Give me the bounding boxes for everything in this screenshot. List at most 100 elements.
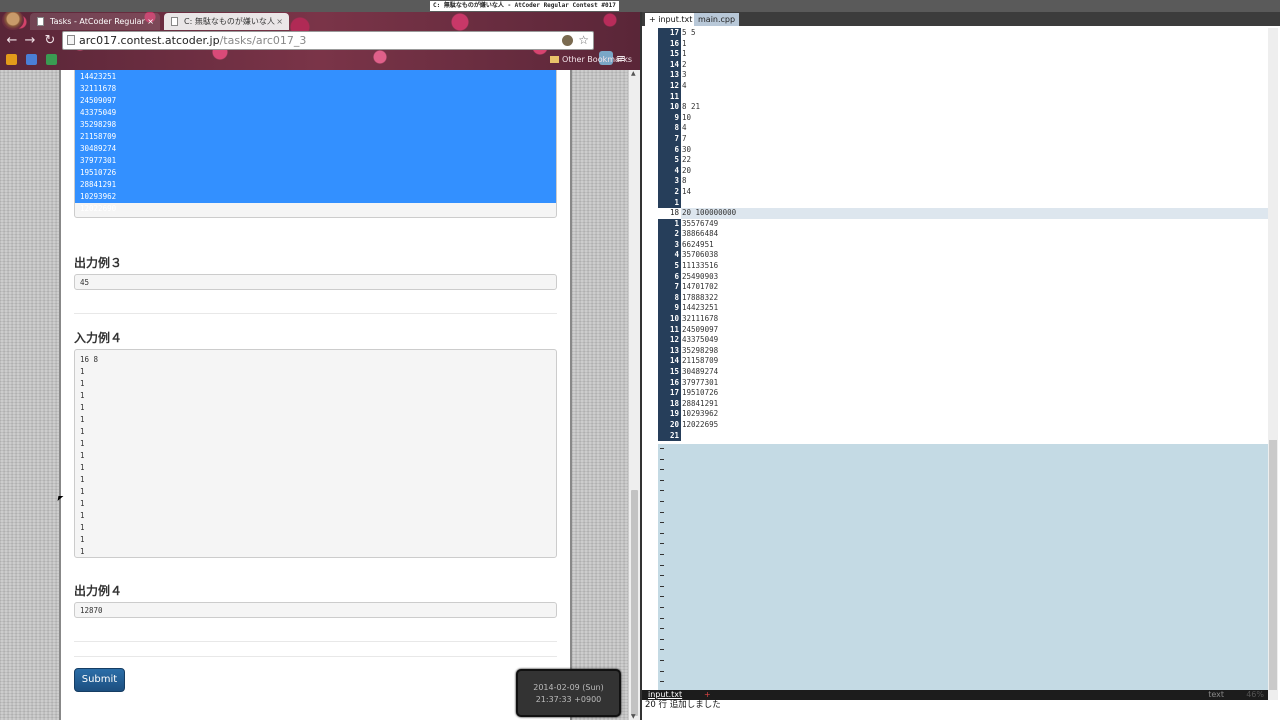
editor-line[interactable]: 17 19510726 bbox=[658, 388, 1268, 399]
command-line[interactable]: 20 行 追加しました bbox=[642, 700, 1280, 720]
editor-line[interactable]: 15 30489274 bbox=[658, 367, 1268, 378]
scroll-up-icon[interactable]: ▲ bbox=[631, 70, 636, 77]
scrollbar-thumb[interactable] bbox=[631, 490, 638, 716]
editor-line[interactable]: 84 bbox=[658, 123, 1268, 134]
editor-line[interactable]: 2 38866484 bbox=[658, 229, 1268, 240]
editor-line[interactable]: 5 22 bbox=[658, 155, 1268, 166]
editor-line[interactable]: 19 10293962 bbox=[658, 409, 1268, 420]
tab-label: C: 無駄なものが嫌いな人 bbox=[184, 17, 275, 26]
editor-current-line[interactable]: 18 20 100000000 bbox=[658, 208, 1268, 219]
submit-button[interactable]: Submit bbox=[74, 668, 125, 692]
scroll-down-icon[interactable]: ▼ bbox=[631, 713, 636, 720]
active-window-title: C: 無駄なものが嫌いな人 - AtCoder Regular Contest … bbox=[430, 1, 619, 11]
editor-line[interactable]: 4 20 bbox=[658, 165, 1268, 177]
editor-line[interactable]: 7 14701702 bbox=[658, 282, 1268, 293]
editor-line[interactable]: 6 30 bbox=[658, 144, 1268, 156]
clock-date: 2014-02-09 (Sun) bbox=[533, 683, 604, 692]
editor-line[interactable]: 9 10 bbox=[658, 112, 1268, 124]
line-number: 14 bbox=[658, 59, 681, 71]
empty-line-marker bbox=[660, 490, 664, 492]
editor-line[interactable]: 21 bbox=[658, 430, 1268, 442]
editor-line[interactable]: 77 bbox=[658, 133, 1268, 145]
forward-button[interactable]: → bbox=[22, 33, 38, 48]
editor-line[interactable]: 11 24509097 bbox=[658, 324, 1268, 336]
bookmark-star-icon[interactable]: ☆ bbox=[578, 32, 589, 49]
editor-line[interactable]: 10 32111678 bbox=[658, 314, 1268, 325]
line-number: 6 bbox=[658, 144, 681, 156]
line-text: 20 100000000 bbox=[682, 208, 737, 218]
editor-line[interactable]: 14 2 bbox=[658, 59, 1268, 71]
editor-line[interactable]: 18 28841291 bbox=[658, 398, 1268, 410]
other-bookmarks[interactable]: Other Bookmarks bbox=[550, 55, 632, 64]
close-icon[interactable]: × bbox=[276, 13, 283, 30]
line-number: 15 bbox=[658, 367, 681, 378]
sample-line: 1 bbox=[80, 475, 85, 484]
editor-tab-input[interactable]: + input.txt bbox=[645, 13, 697, 26]
line-text: 10 bbox=[682, 112, 692, 122]
editor-line[interactable]: 10 8 21 bbox=[658, 102, 1268, 113]
editor-tab-main[interactable]: main.cpp bbox=[694, 13, 740, 26]
line-number: 9 bbox=[658, 303, 681, 315]
line-number: 19 bbox=[658, 409, 681, 420]
line-number: 3 bbox=[658, 239, 681, 251]
extension-icon[interactable] bbox=[562, 35, 573, 46]
output-example-3-heading: 出力例３ bbox=[74, 256, 123, 270]
editor-line[interactable]: 38 bbox=[658, 176, 1268, 187]
empty-line-marker bbox=[660, 532, 664, 534]
editor-line[interactable]: 9 14423251 bbox=[658, 303, 1268, 315]
editor-line[interactable]: 16 1 bbox=[658, 38, 1268, 50]
tab-problem-c[interactable]: C: 無駄なものが嫌いな人 × bbox=[164, 13, 289, 30]
editor-line[interactable]: 13 3 bbox=[658, 70, 1268, 81]
editor-line[interactable]: 6 25490903 bbox=[658, 271, 1268, 283]
sample-line: 1 bbox=[80, 403, 85, 412]
editor-scrollbar[interactable] bbox=[1268, 28, 1278, 702]
editor-line[interactable]: 13 35298298 bbox=[658, 345, 1268, 357]
tab-tasks[interactable]: Tasks - AtCoder Regular × bbox=[30, 13, 160, 30]
sample-line: 1 bbox=[80, 463, 85, 472]
editor-line[interactable]: 12 4 bbox=[658, 80, 1268, 92]
editor-line[interactable]: 16 37977301 bbox=[658, 377, 1268, 389]
sample-input-3-block[interactable]: 14423251 32111678 24509097 43375049 35298298… bbox=[74, 70, 557, 218]
editor-line[interactable]: 2 14 bbox=[658, 186, 1268, 198]
line-number: 5 bbox=[658, 155, 681, 166]
line-text: 35706038 bbox=[682, 250, 719, 260]
output-example-4-heading: 出力例４ bbox=[74, 584, 123, 598]
line-text: 1 bbox=[682, 49, 687, 59]
empty-line-marker bbox=[660, 564, 664, 566]
editor-line[interactable]: 20 12022695 bbox=[658, 419, 1268, 431]
sample-line: 1 bbox=[80, 547, 85, 556]
editor-line[interactable]: 5 11133516 bbox=[658, 261, 1268, 272]
output-example-3-block[interactable]: 45 bbox=[74, 274, 557, 290]
empty-line-marker bbox=[660, 511, 664, 513]
sample-line: 21158709 bbox=[80, 132, 117, 141]
sample-line: 16 8 bbox=[80, 355, 99, 364]
editor-line[interactable]: 4 35706038 bbox=[658, 250, 1268, 262]
back-button[interactable]: ← bbox=[4, 33, 20, 48]
sample-line: 1 bbox=[80, 439, 85, 448]
status-filetype: text bbox=[1208, 690, 1224, 699]
drive-bookmark-icon[interactable] bbox=[46, 54, 57, 65]
sample-line: 43375049 bbox=[80, 108, 117, 117]
line-text: 30489274 bbox=[682, 367, 719, 376]
editor-line[interactable]: 8 17888322 bbox=[658, 292, 1268, 304]
line-text: 22 bbox=[682, 155, 692, 165]
editor-line[interactable]: 3 6624951 bbox=[658, 239, 1268, 251]
address-bar[interactable]: arc017.contest.atcoder.jp/tasks/arc017_3… bbox=[62, 31, 594, 50]
editor-line[interactable]: 17 5 5 bbox=[658, 28, 1268, 39]
page-icon bbox=[67, 35, 75, 45]
input-example-4-block[interactable]: 16 8 1 1 1 1 1 1 1 1 1 1 1 1 1 1 1 1 bbox=[74, 349, 557, 558]
reload-button[interactable]: ↻ bbox=[42, 33, 58, 48]
editor-line[interactable]: 15 1 bbox=[658, 49, 1268, 60]
editor-line[interactable]: 1 bbox=[658, 197, 1268, 209]
scrollbar-thumb[interactable] bbox=[1269, 440, 1277, 690]
editor-line[interactable]: 14 21158709 bbox=[658, 356, 1268, 367]
editor-line[interactable]: 12 43375049 bbox=[658, 335, 1268, 346]
google-bookmark-icon[interactable] bbox=[26, 54, 37, 65]
bookmark-icon[interactable] bbox=[6, 54, 17, 65]
close-icon[interactable]: × bbox=[147, 13, 154, 30]
editor-line[interactable]: 1 35576749 bbox=[658, 218, 1268, 230]
output-example-4-block[interactable]: 12870 bbox=[74, 602, 557, 618]
page-scrollbar[interactable]: ▲ ▼ bbox=[628, 70, 640, 720]
sample-line: 24509097 bbox=[80, 96, 117, 105]
editor-line[interactable]: 11 bbox=[658, 91, 1268, 103]
